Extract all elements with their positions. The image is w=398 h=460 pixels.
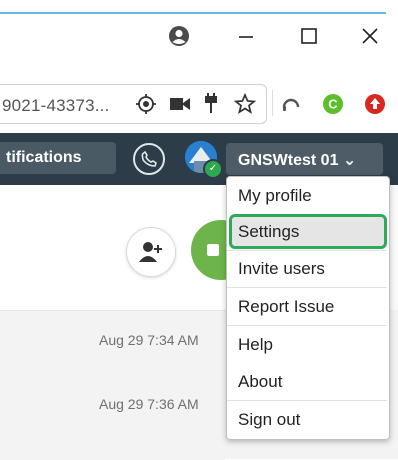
message-timestamp: Aug 29 7:36 AM <box>99 396 199 412</box>
star-icon[interactable] <box>234 93 256 115</box>
menu-item-invite-users[interactable]: Invite users <box>238 259 325 279</box>
location-target-icon[interactable] <box>135 93 157 115</box>
check-badge-icon: ✓ <box>203 159 223 179</box>
menu-divider <box>227 250 387 251</box>
add-user-button[interactable] <box>126 227 176 277</box>
close-icon[interactable] <box>360 26 380 46</box>
minimize-icon[interactable] <box>236 26 256 46</box>
plug-icon[interactable] <box>203 93 219 115</box>
video-camera-icon[interactable] <box>169 95 191 113</box>
red-upload-extension-icon[interactable] <box>364 93 386 115</box>
green-action-glyph <box>207 244 219 256</box>
svg-text:C: C <box>328 97 338 112</box>
maximize-icon[interactable] <box>299 26 319 46</box>
user-menu-label: GNSWtest 01 ⌄ <box>238 152 357 169</box>
menu-item-about[interactable]: About <box>238 372 282 392</box>
add-user-icon <box>139 242 162 262</box>
menu-item-settings[interactable]: Settings <box>238 222 299 242</box>
menu-item-my-profile[interactable]: My profile <box>238 186 312 206</box>
menu-item-help[interactable]: Help <box>238 335 273 355</box>
phone-button[interactable] <box>133 143 165 175</box>
window-titlebar <box>0 14 398 78</box>
menu-divider <box>227 287 387 288</box>
url-text: 9021-43373... <box>2 96 110 115</box>
account-circle-icon[interactable] <box>168 25 190 47</box>
menu-divider <box>227 400 387 401</box>
address-bar[interactable]: 9021-43373... <box>0 84 267 124</box>
menu-item-report-issue[interactable]: Report Issue <box>238 297 334 317</box>
green-c-extension-icon[interactable]: C <box>322 93 344 115</box>
message-timestamp: Aug 29 7:34 AM <box>99 332 199 348</box>
toolbar-separator <box>272 90 273 116</box>
menu-item-sign-out[interactable]: Sign out <box>238 410 300 430</box>
headset-icon[interactable] <box>280 93 302 115</box>
menu-divider <box>227 325 387 326</box>
phone-icon <box>141 150 157 167</box>
notifications-label: tifications <box>6 149 82 166</box>
